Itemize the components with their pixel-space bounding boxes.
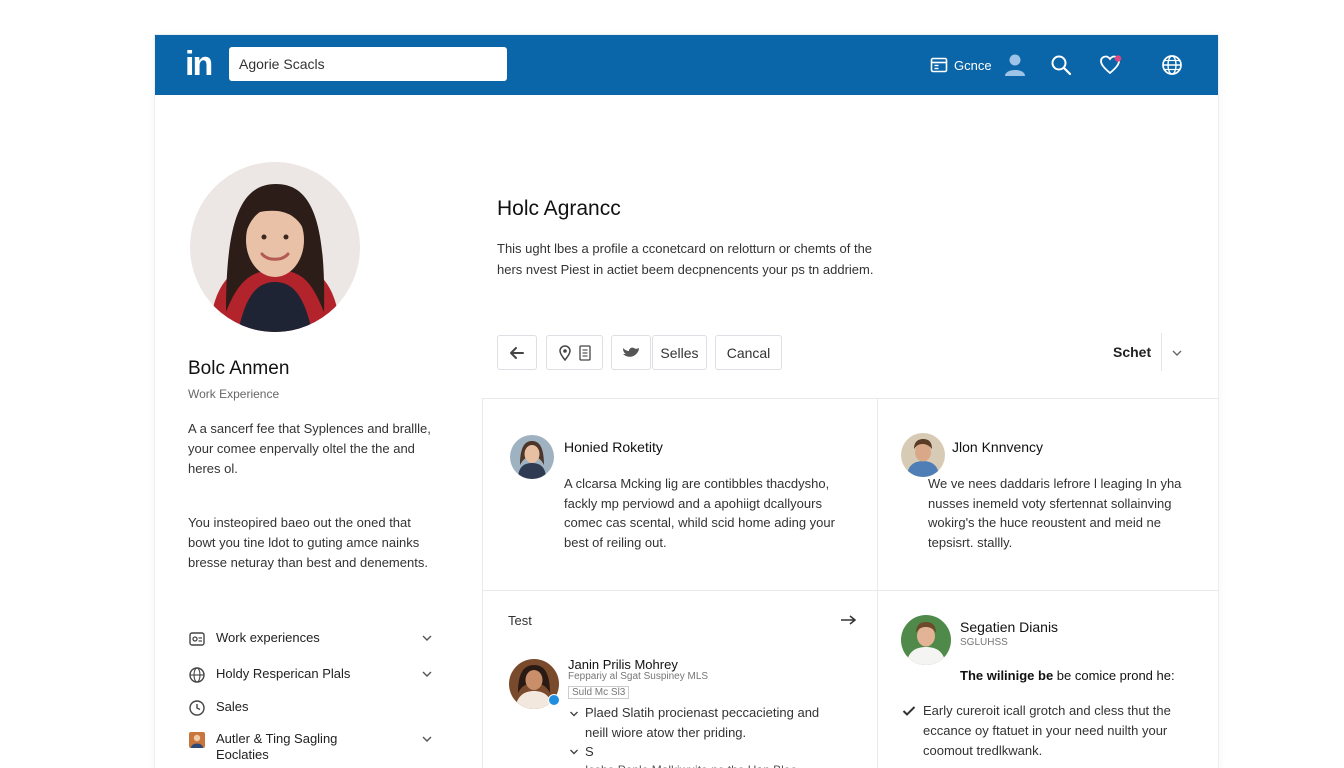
bird-icon <box>623 347 639 357</box>
chevron-down-icon[interactable] <box>421 632 433 644</box>
chevron-down-icon[interactable] <box>421 733 433 745</box>
top-navigation-bar: in Gcnce <box>155 35 1218 95</box>
sidebar-item-sales[interactable]: Sales <box>188 699 433 717</box>
linkedin-logo[interactable]: in <box>185 45 213 84</box>
chevron-down-icon[interactable] <box>1171 347 1183 359</box>
chevron-down-icon[interactable] <box>421 668 433 680</box>
contact-photo <box>901 433 945 477</box>
calendar-icon <box>930 57 948 73</box>
sidebar-item-label: Work experiences <box>216 630 320 645</box>
contact-avatar-icon <box>189 732 205 748</box>
list-item: Early cureroit icall grotch and cless th… <box>923 703 1171 758</box>
sidebar-item-work-experiences[interactable]: Work experiences <box>188 630 433 648</box>
list-item: Icoho Pople Malkiwuite ne the Han Bleo <box>585 760 845 768</box>
avatar[interactable] <box>901 615 951 665</box>
clock-icon <box>189 700 205 716</box>
avatar[interactable] <box>901 433 945 477</box>
contact-name[interactable]: Jlon Knnvency <box>952 439 1043 455</box>
search-icon <box>1051 55 1072 76</box>
contact-name[interactable]: Janin Prilis Mohrey <box>568 657 678 672</box>
search-input[interactable] <box>229 47 507 81</box>
profile-subtitle: Work Experience <box>188 387 280 401</box>
cancel-button[interactable]: Cancal <box>715 335 782 370</box>
bird-share-button[interactable] <box>611 335 651 370</box>
map-pin-icon <box>558 344 571 361</box>
chevron-down-icon[interactable] <box>569 709 579 719</box>
person-icon <box>1005 54 1025 76</box>
contact-message: We ve nees daddaris lefrore l leaging In… <box>928 476 1182 550</box>
sidebar-item-autler-ting[interactable]: Autler & Ting Sagling Eoclaties <box>188 731 433 763</box>
list-item: S <box>585 744 594 759</box>
main-description: This ught lbes a profile a cconetcard on… <box>497 241 874 277</box>
divider <box>482 398 1218 399</box>
sidebar-item-holdy-resperican[interactable]: Holdy Resperican Plals <box>188 666 433 684</box>
main-title: Holc Agrancc <box>497 197 621 220</box>
arrow-right-icon[interactable] <box>840 614 858 626</box>
contact-name[interactable]: Segatien Dianis <box>960 619 1058 635</box>
location-document-button[interactable] <box>546 335 603 370</box>
sidebar-item-label: Sales <box>216 699 249 714</box>
profile-avatar[interactable] <box>190 162 360 332</box>
divider <box>1161 333 1162 371</box>
contact-headline: Feppariy al Sgat Suspiney MLS <box>568 671 709 682</box>
nav-label: Gcnce <box>954 57 992 73</box>
nav-item-profile[interactable] <box>1004 35 1026 95</box>
checkmark-icon <box>902 706 916 716</box>
sidebar-item-label: Autler & Ting Sagling Eoclaties <box>216 731 338 762</box>
divider <box>482 398 483 768</box>
sales-button[interactable]: Selles <box>652 335 707 370</box>
profile-summary: A a sancerf fee that Syplences and brall… <box>188 421 431 476</box>
nav-item-language[interactable] <box>1161 35 1183 95</box>
list-item-text: Plaed Slatih procienast peccacieting and… <box>585 705 820 740</box>
sidebar-item-label: Holdy Resperican Plals <box>216 666 351 681</box>
globe-icon <box>189 667 205 683</box>
badge-icon <box>189 632 205 646</box>
contact-tag: Suld Mc Sl3 <box>568 686 630 699</box>
globe-icon <box>1162 55 1182 75</box>
headline-rest: be comice prond he: <box>1053 668 1175 683</box>
nav-item-notes[interactable]: Gcnce <box>930 35 992 95</box>
notification-dot <box>1114 55 1122 62</box>
document-icon <box>578 344 591 361</box>
profile-photo <box>190 162 360 332</box>
sort-label[interactable]: Schet <box>1113 344 1151 360</box>
contact-photo <box>901 615 951 665</box>
chevron-down-icon[interactable] <box>569 747 579 757</box>
divider <box>482 590 1218 591</box>
nav-item-favorites[interactable] <box>1099 35 1123 95</box>
heart-icon <box>1100 55 1122 75</box>
contact-message: A clcarsa Mcking lig are contibbles thac… <box>564 476 835 550</box>
headline-bold: The wilinige be <box>960 668 1054 683</box>
section-title: Test <box>508 613 532 628</box>
contact-photo <box>510 435 554 479</box>
contact-name[interactable]: Honied Roketity <box>564 439 663 455</box>
app-window: in Gcnce <box>155 35 1218 768</box>
verified-icon <box>548 694 560 706</box>
nav-item-search[interactable] <box>1050 35 1072 95</box>
list-item: Plaed Slatih procienast peccacieting and… <box>585 703 845 743</box>
arrow-left-icon <box>510 346 524 359</box>
profile-about: You insteopired baeo out the oned that b… <box>188 515 428 570</box>
profile-name: Bolc Anmen <box>188 358 290 379</box>
contact-subtitle: SGLUHSS <box>960 637 1008 648</box>
contact-headline: The wilinige be be comice prond he: <box>960 668 1175 683</box>
back-button[interactable] <box>497 335 537 370</box>
divider <box>877 398 878 768</box>
avatar[interactable] <box>510 435 554 479</box>
